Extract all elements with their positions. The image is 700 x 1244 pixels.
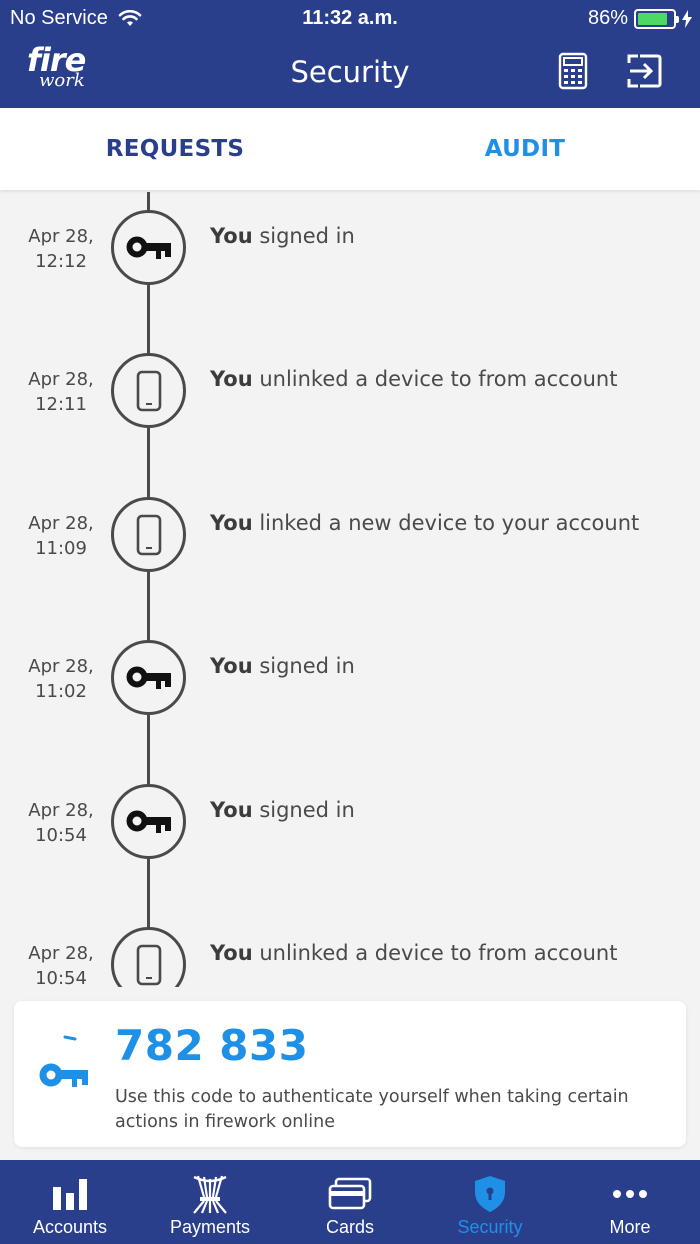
phone-icon (111, 353, 186, 428)
nav-item-cards[interactable]: Cards (280, 1160, 420, 1244)
audit-date: Apr 28, 10:54 (18, 798, 104, 848)
audit-action: signed in (252, 654, 355, 678)
audit-date: Apr 28, 12:11 (18, 367, 104, 417)
audit-item: Apr 28, 11:09 You linked a new device to… (0, 497, 700, 591)
bottom-nav: Accounts Payments Cards Security More (0, 1160, 700, 1244)
audit-date-day: Apr 28, (28, 943, 94, 964)
tab-audit[interactable]: AUDIT (350, 108, 700, 190)
nav-item-accounts[interactable]: Accounts (0, 1160, 140, 1244)
audit-date-day: Apr 28, (28, 226, 94, 247)
nav-label: Cards (325, 1217, 374, 1237)
audit-message: You signed in (210, 798, 355, 822)
audit-date: Apr 28, 10:54 (18, 941, 104, 987)
tab-requests[interactable]: REQUESTS (0, 108, 350, 190)
audit-action: unlinked a device to from account (252, 941, 618, 965)
audit-item: Apr 28, 10:54 You unlinked a device to f… (0, 927, 700, 987)
audit-date-time: 11:09 (35, 538, 87, 559)
audit-message: You unlinked a device to from account (210, 941, 617, 965)
audit-date: Apr 28, 11:02 (18, 654, 104, 704)
audit-timeline[interactable]: Apr 28, 12:12 You signed in Apr 28, 12:1… (0, 192, 700, 987)
audit-date-day: Apr 28, (28, 656, 94, 677)
audit-date: Apr 28, 11:09 (18, 511, 104, 561)
status-bar: No Service 11:32 a.m. 86% (0, 0, 700, 36)
app-header: No Service 11:32 a.m. 86% fire work Secu… (0, 0, 700, 108)
nav-item-more[interactable]: More (560, 1160, 700, 1244)
audit-date-day: Apr 28, (28, 369, 94, 390)
auth-code-card: 782 833 Use this code to authenticate yo… (14, 1001, 686, 1147)
auth-code: 782 833 (115, 1021, 309, 1070)
audit-date-day: Apr 28, (28, 800, 94, 821)
audit-date-time: 11:02 (35, 681, 87, 702)
audit-message: You signed in (210, 654, 355, 678)
audit-actor: You (210, 654, 253, 678)
nav-label: Payments (169, 1217, 251, 1237)
audit-date-day: Apr 28, (28, 513, 94, 534)
cards-icon (328, 1177, 372, 1210)
more-icon (613, 1190, 647, 1198)
audit-date-time: 12:12 (35, 251, 87, 272)
audit-message: You linked a new device to your account (210, 511, 639, 535)
nav-item-payments[interactable]: Payments (140, 1160, 280, 1244)
nav-label: Security (457, 1217, 523, 1237)
audit-action: linked a new device to your account (252, 511, 640, 535)
page-title: Security (290, 55, 410, 89)
audit-date-time: 12:11 (35, 394, 87, 415)
audit-actor: You (210, 367, 253, 391)
audit-action: signed in (252, 798, 355, 822)
charging-bolt-icon (682, 9, 692, 28)
audit-item: Apr 28, 12:11 You unlinked a device to f… (0, 353, 700, 447)
auth-key-icon (38, 1031, 92, 1095)
shield-icon (475, 1176, 505, 1212)
logout-button[interactable] (626, 52, 662, 90)
logout-icon (627, 54, 662, 88)
audit-action: unlinked a device to from account (252, 367, 618, 391)
audit-item: Apr 28, 10:54 You signed in (0, 784, 700, 878)
audit-actor: You (210, 941, 253, 965)
key-icon (111, 210, 186, 285)
phone-icon (111, 927, 186, 987)
audit-actor: You (210, 798, 253, 822)
nav-item-security[interactable]: Security (420, 1160, 560, 1244)
audit-date: Apr 28, 12:12 (18, 224, 104, 274)
audit-date-time: 10:54 (35, 968, 87, 987)
audit-message: You signed in (210, 224, 355, 248)
key-icon (111, 640, 186, 715)
security-tabs: REQUESTS AUDIT (0, 108, 700, 190)
audit-date-time: 10:54 (35, 825, 87, 846)
calculator-icon (558, 52, 588, 90)
battery-percent: 86% (587, 7, 628, 29)
nav-label: More (609, 1217, 651, 1237)
battery-icon (634, 8, 679, 29)
auth-code-description: Use this code to authenticate yourself w… (115, 1087, 629, 1132)
payments-icon (193, 1175, 227, 1214)
key-icon (111, 784, 186, 859)
audit-item: Apr 28, 12:12 You signed in (0, 210, 700, 304)
audit-actor: You (210, 224, 253, 248)
phone-icon (111, 497, 186, 572)
audit-item: Apr 28, 11:02 You signed in (0, 640, 700, 734)
bar-chart-icon (53, 1179, 87, 1210)
audit-message: You unlinked a device to from account (210, 367, 617, 391)
calculator-button[interactable] (558, 52, 594, 90)
audit-actor: You (210, 511, 253, 535)
nav-label: Accounts (32, 1217, 108, 1237)
audit-action: signed in (252, 224, 355, 248)
